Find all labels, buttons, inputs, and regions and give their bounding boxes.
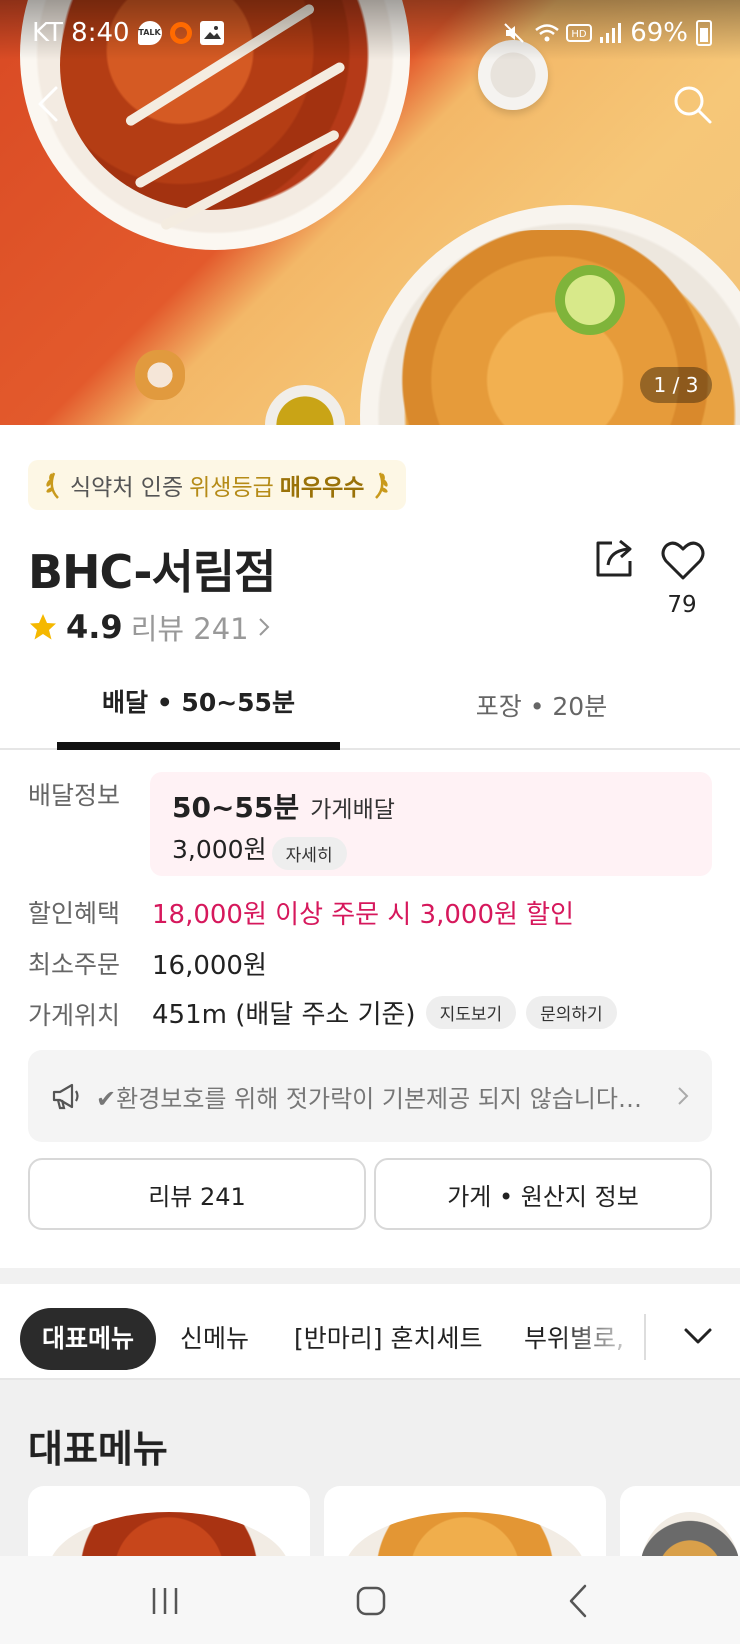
kakaotalk-icon: TALK [137, 21, 162, 45]
section-separator [0, 1268, 740, 1284]
category-divider [644, 1314, 646, 1360]
lime-slice [555, 265, 625, 335]
rating-reviews-link: 리뷰 241 [130, 612, 249, 646]
search-button[interactable] [670, 82, 714, 126]
hero-image[interactable] [0, 0, 740, 425]
discount-value: 18,000원 이상 주문 시 3,000원 할인 [152, 900, 575, 930]
category-new[interactable]: 신메뉴 [180, 1308, 249, 1370]
category-half-set[interactable]: [반마리] 혼치세트 [294, 1308, 482, 1370]
notification-ring-icon [169, 22, 192, 44]
signal-icon [598, 21, 622, 45]
min-order-value: 16,000원 [152, 951, 267, 981]
recent-apps-button[interactable] [140, 1576, 190, 1626]
svg-text:HD: HD [572, 29, 588, 40]
category-expand-button[interactable] [676, 1314, 720, 1358]
system-navigation-bar [0, 1556, 740, 1644]
system-back-button[interactable] [554, 1576, 604, 1626]
megaphone-icon [52, 1083, 79, 1110]
home-icon [356, 1586, 386, 1616]
status-bar: KT 8:40 TALK HD 69% [0, 0, 740, 60]
discount-label: 할인혜택 [28, 899, 121, 928]
rating-score: 4.9 [66, 608, 123, 646]
badge-text-grade: 위생등급 [189, 475, 274, 501]
laurel-left-icon [46, 472, 59, 499]
battery-icon [696, 20, 712, 46]
share-icon [596, 539, 632, 577]
category-featured[interactable]: 대표메뉴 [20, 1308, 157, 1370]
favorite-button[interactable] [660, 538, 706, 584]
search-icon [674, 86, 712, 124]
store-info-button[interactable]: 가게 • 원산지 정보 [374, 1158, 712, 1230]
delivery-fee: 3,000원 [172, 835, 267, 864]
chevron-right-icon [678, 1087, 689, 1105]
menu-category-bar: 대표메뉴 신메뉴 [반마리] 혼치세트 부위별로, [0, 1284, 740, 1380]
mute-icon [502, 21, 526, 45]
store-notice[interactable]: ✔환경보호를 위해 젓가락이 기본제공 되지 않습니다젓... [28, 1050, 712, 1142]
delivery-type: 가게배달 [310, 797, 395, 823]
rating-row[interactable]: 4.9 리뷰 241 [28, 606, 271, 648]
carrier-time: KT 8:40 [32, 18, 130, 48]
star-icon [30, 614, 56, 640]
location-label: 가게위치 [28, 1001, 121, 1030]
home-button[interactable] [346, 1576, 396, 1626]
store-name: BHC-서림점 [28, 545, 276, 599]
image-counter: 1 / 3 [640, 367, 712, 403]
recent-apps-icon [152, 1588, 178, 1614]
location-row: 451m (배달 주소 기준) 지도보기 문의하기 [152, 994, 617, 1031]
badge-text-level: 매우우수 [279, 475, 365, 501]
favorite-count: 79 [667, 592, 697, 618]
order-type-tabs: 배달 • 50~55분 포장 • 20분 [0, 660, 740, 750]
delivery-detail-button[interactable]: 자세히 [271, 837, 347, 870]
laurel-right-icon [375, 472, 389, 499]
battery-percent: 69% [630, 18, 688, 48]
back-icon [569, 1584, 587, 1618]
chevron-down-icon [684, 1328, 712, 1344]
heart-icon [661, 541, 705, 580]
min-order-label: 최소주문 [28, 950, 121, 979]
menu-section-heading: 대표메뉴 [28, 1427, 168, 1471]
wifi-icon [534, 21, 559, 45]
back-button[interactable] [28, 82, 72, 126]
chicken-piece [135, 350, 185, 400]
notice-text: ✔환경보호를 위해 젓가락이 기본제공 되지 않습니다젓... [96, 1084, 662, 1113]
hd-icon: HD [566, 21, 593, 45]
gallery-icon [199, 21, 224, 45]
share-button[interactable] [590, 535, 638, 583]
delivery-info-label: 배달정보 [28, 781, 121, 810]
map-view-button[interactable]: 지도보기 [425, 996, 517, 1029]
location-value: 451m (배달 주소 기준) [152, 1000, 416, 1030]
delivery-info-box: 50~55분 가게배달 3,000원 자세히 [150, 772, 712, 876]
delivery-time: 50~55분 [172, 791, 300, 824]
tab-pickup[interactable]: 포장 • 20분 [400, 660, 683, 750]
chevron-right-icon [258, 618, 270, 636]
hygiene-badge: 식약처 인증 위생등급 매우우수 [28, 460, 407, 510]
tab-delivery[interactable]: 배달 • 50~55분 [57, 660, 340, 750]
mustard-sauce [265, 385, 345, 425]
badge-text-certified: 식약처 인증 [70, 475, 184, 501]
inquiry-button[interactable]: 문의하기 [526, 996, 617, 1029]
reviews-button[interactable]: 리뷰 241 [28, 1158, 366, 1230]
category-fade [560, 1304, 644, 1374]
back-arrow-icon [38, 86, 58, 122]
